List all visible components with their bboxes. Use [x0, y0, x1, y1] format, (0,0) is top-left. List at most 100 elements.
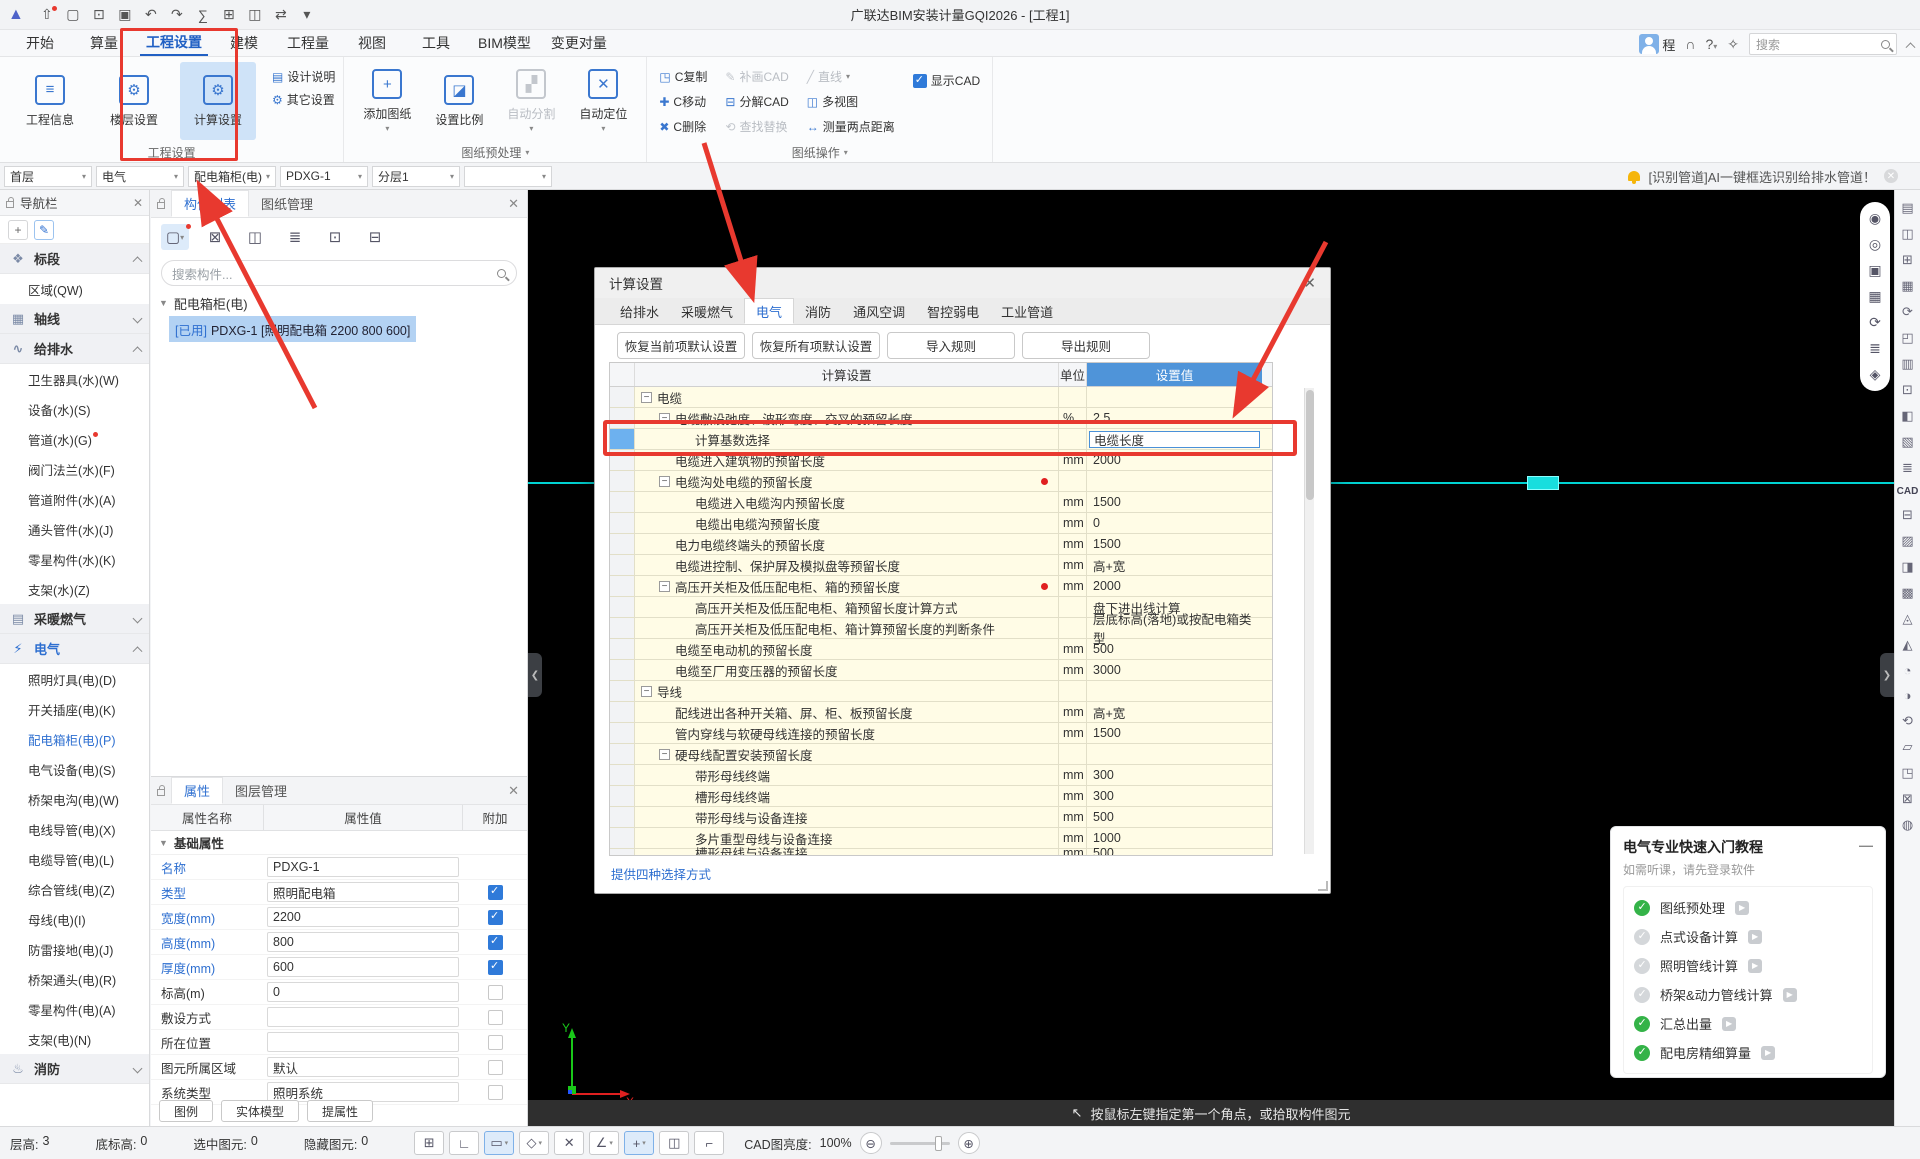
setting-name-cell[interactable]: − 带形母线终端 [635, 765, 1059, 785]
nav-item[interactable]: 阀门法兰(水)(F) [0, 454, 149, 484]
property-footer-button[interactable]: 提属性 [307, 1100, 373, 1122]
row-gutter[interactable] [610, 534, 635, 554]
property-checkbox[interactable] [488, 935, 503, 950]
nav-item[interactable]: 支架(电)(N) [0, 1024, 149, 1054]
dialog-button[interactable]: 导入规则 [887, 332, 1015, 359]
component-search-input[interactable]: 搜索构件... [161, 260, 517, 286]
nav-item[interactable]: 桥架通头(电)(R) [0, 964, 149, 994]
brightness-increase-button[interactable]: ⊕ [958, 1132, 980, 1154]
value-cell[interactable]: 500 [1087, 639, 1262, 659]
properties-group-row[interactable]: ▼ 基础属性 [151, 831, 527, 855]
rotate-icon[interactable]: ⟳ [1902, 304, 1913, 320]
style-icon[interactable]: ◈ [1870, 366, 1881, 383]
nav-group-header[interactable]: ▦ 轴线 [0, 304, 149, 334]
row-gutter[interactable] [610, 639, 635, 659]
dialog-close-icon[interactable]: ✕ [1303, 274, 1316, 292]
nav-item[interactable]: 零星构件(水)(K) [0, 544, 149, 574]
settings-table-row[interactable]: − 电力电缆终端头的预留长度 mm 1500 [610, 534, 1272, 555]
ribbon-tab[interactable]: 算量 [76, 30, 132, 56]
setting-name-cell[interactable]: − 电缆 [635, 387, 1059, 407]
setting-name-cell[interactable]: − 配线进出各种开关箱、屏、柜、板预留长度 [635, 702, 1059, 722]
property-value-input[interactable]: 2200 [267, 907, 459, 927]
setting-name-cell[interactable]: − 电缆出电缆沟预留长度 [635, 513, 1059, 533]
property-value-input[interactable] [267, 1032, 459, 1052]
brightness-decrease-button[interactable]: ⊖ [860, 1132, 882, 1154]
ribbon-tab[interactable]: BIM模型 [472, 30, 537, 56]
settings-table-row[interactable]: − 配线进出各种开关箱、屏、柜、板预留长度 mm 高+宽 [610, 702, 1272, 723]
lock-icon[interactable] [157, 202, 165, 209]
property-footer-button[interactable]: 实体模型 [221, 1100, 299, 1122]
theme-icon[interactable]: ✧ [1727, 36, 1739, 53]
row-gutter[interactable] [610, 492, 635, 512]
setting-name-cell[interactable]: − 电力电缆终端头的预留长度 [635, 534, 1059, 554]
value-cell[interactable]: 500 [1087, 807, 1262, 827]
nav-item[interactable]: 防雷接地(电)(J) [0, 934, 149, 964]
grid-icon[interactable]: ⊞ [1902, 252, 1913, 268]
disc-icon[interactable]: ◍ [1902, 817, 1913, 833]
panel-tab[interactable]: 图纸管理 [249, 190, 325, 217]
context-dropdown[interactable]: 配电箱柜(电) ▾ [188, 166, 276, 187]
row-gutter[interactable] [610, 744, 635, 764]
ribbon-group-label[interactable]: 图纸预处理▾ [344, 142, 646, 162]
row-gutter[interactable] [610, 471, 635, 491]
collapse-expander-icon[interactable]: − [659, 749, 670, 760]
collapse-ribbon-icon[interactable] [1906, 42, 1916, 52]
nav-item[interactable]: 管道(水)(G) [0, 424, 149, 454]
value-cell[interactable] [1087, 744, 1262, 764]
ribbon-small-button[interactable]: ⚙ 其它设置 [272, 91, 335, 108]
panel-icon[interactable]: ◫ [242, 4, 268, 26]
row-gutter[interactable] [610, 828, 635, 848]
ribbon-big-button[interactable]: ≡ 工程信息 [12, 62, 88, 140]
ribbon-tab[interactable]: 开始 [12, 30, 68, 56]
angle-snap-icon[interactable]: ∠ ▾ [589, 1131, 619, 1155]
sync-icon[interactable]: ⇄ [268, 4, 294, 26]
minimize-icon[interactable]: — [1859, 837, 1873, 857]
nav-group-header[interactable]: ∿ 给排水 [0, 334, 149, 364]
ribbon-small-button[interactable]: ✖ C删除 [659, 118, 707, 135]
select-box-icon[interactable]: ▣ [1868, 262, 1881, 279]
new-component-button[interactable]: ▢ ▾ [161, 224, 189, 250]
row-gutter[interactable] [610, 702, 635, 722]
selection-methods-link[interactable]: 提供四种选择方式 [611, 864, 711, 883]
row-gutter[interactable] [610, 681, 635, 701]
nav-item[interactable]: 综合管线(电)(Z) [0, 874, 149, 904]
list-strip-icon[interactable]: ≣ [1902, 460, 1913, 476]
nav-item[interactable]: 支架(水)(Z) [0, 574, 149, 604]
curve-icon[interactable]: ⌐ ▾ [694, 1131, 724, 1155]
settings-table-row[interactable]: − 高压开关柜及低压配电柜、箱计算预留长度的判断条件 层底标高(落地)或按配电箱… [610, 618, 1272, 639]
rows-icon[interactable]: ▥ [1901, 356, 1913, 372]
value-cell[interactable]: 3000 [1087, 660, 1262, 680]
settings-table-row[interactable]: − 槽形母线终端 mm 300 [610, 786, 1272, 807]
nav-item[interactable]: 桥架电沟(电)(W) [0, 784, 149, 814]
setting-name-cell[interactable]: − 电缆进入建筑物的预留长度 [635, 450, 1059, 470]
settings-table-row[interactable]: − 电缆至厂用变压器的预留长度 mm 3000 [610, 660, 1272, 681]
value-cell[interactable]: 0 [1087, 513, 1262, 533]
settings-table-row[interactable]: − 电缆进入建筑物的预留长度 mm 2000 [610, 450, 1272, 471]
context-dropdown[interactable]: 首层 ▾ [4, 166, 92, 187]
nav-item[interactable]: 电缆导管(电)(L) [0, 844, 149, 874]
settings-table-row[interactable]: − 电缆进控制、保护屏及模拟盘等预留长度 mm 高+宽 [610, 555, 1272, 576]
property-value-input[interactable]: 600 [267, 957, 459, 977]
setting-name-cell[interactable]: − 电缆进入电缆沟内预留长度 [635, 492, 1059, 512]
clock-icon[interactable]: ◔ [1904, 663, 1912, 678]
context-dropdown[interactable]: 电气 ▾ [96, 166, 184, 187]
collapse-strip-icon[interactable]: ⊟ [1902, 507, 1913, 523]
settings-table-row[interactable]: − 管内穿线与软硬母线连接的预留长度 mm 1500 [610, 723, 1272, 744]
dialog-tab[interactable]: 采暖燃气 [670, 298, 744, 324]
property-value-input[interactable]: 照明配电箱 [267, 882, 459, 902]
import-component-button[interactable]: ⊡ ▾ [321, 224, 349, 250]
table-query-icon[interactable]: ⊞ ▾ [414, 1131, 444, 1155]
nav-group-header[interactable]: ⚡ 电气 [0, 634, 149, 664]
setting-name-cell[interactable]: − 槽形母线终端 [635, 786, 1059, 806]
collapse-left-panel-handle[interactable]: ❮ [528, 653, 542, 697]
ribbon-small-button[interactable]: ╱ 直线 ▾ [807, 68, 895, 85]
settings-table-row[interactable]: − 槽形母线与设备连接 mm 500 [610, 849, 1272, 856]
play-icon[interactable]: ▶ [1783, 988, 1797, 1002]
collapse-expander-icon[interactable]: − [641, 392, 652, 403]
hatch2-icon[interactable]: ▨ [1901, 533, 1913, 549]
row-gutter[interactable] [610, 576, 635, 596]
ribbon-small-button[interactable]: ↔ 测量两点距离 ▾ [807, 118, 895, 135]
tri-left-icon[interactable]: ◭ [1902, 637, 1912, 653]
nav-item[interactable]: 区域(QW) [0, 274, 149, 304]
drawing-icon[interactable]: ▤ [1901, 200, 1913, 216]
